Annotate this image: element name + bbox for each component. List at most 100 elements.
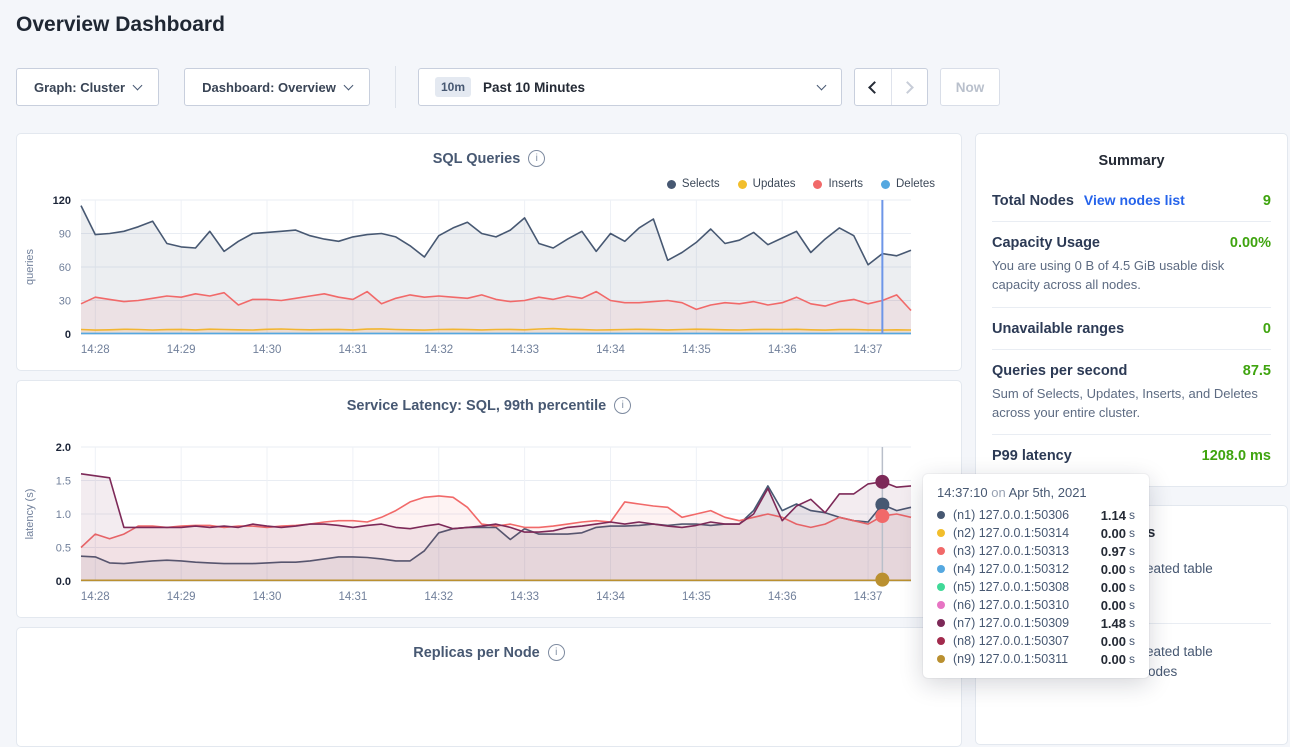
sql-queries-legend: Selects Updates Inserts Deletes (667, 178, 935, 190)
svg-text:0: 0 (65, 329, 71, 341)
tooltip-node-unit: s (1129, 616, 1135, 630)
summary-item-label: Unavailable ranges (992, 321, 1124, 337)
tooltip-node-row: (n6) 127.0.0.1:503100.00s (937, 596, 1135, 614)
sql-queries-chart-plot[interactable]: 030609012014:2814:2914:3014:3114:3214:33… (17, 194, 963, 364)
tooltip-node-row: (n5) 127.0.0.1:503080.00s (937, 578, 1135, 596)
svg-text:14:37: 14:37 (854, 344, 883, 356)
series-dot-icon (937, 619, 945, 627)
svg-text:14:32: 14:32 (424, 344, 453, 356)
now-button[interactable]: Now (940, 68, 1000, 106)
legend-item-selects[interactable]: Selects (667, 178, 720, 190)
svg-text:14:31: 14:31 (339, 591, 368, 603)
event-item: eated table (1146, 561, 1213, 576)
chart-hover-tooltip: 14:37:10 on Apr 5th, 2021 (n1) 127.0.0.1… (923, 474, 1149, 678)
legend-item-inserts[interactable]: Inserts (813, 178, 863, 190)
now-button-label: Now (956, 80, 985, 95)
time-next-button[interactable] (891, 69, 928, 105)
summary-item-value: 87.5 (1243, 363, 1271, 379)
svg-text:0.0: 0.0 (56, 576, 71, 588)
svg-text:latency (s): latency (s) (24, 489, 36, 540)
legend-item-updates[interactable]: Updates (738, 178, 796, 190)
svg-text:14:29: 14:29 (167, 344, 196, 356)
svg-text:60: 60 (59, 262, 71, 274)
series-dot-icon (937, 601, 945, 609)
legend-label: Deletes (896, 178, 935, 190)
legend-item-deletes[interactable]: Deletes (881, 178, 935, 190)
series-dot-icon (937, 547, 945, 555)
chart-title-service-latency: Service Latency: SQL, 99th percentile (347, 398, 607, 414)
time-range-dropdown[interactable]: 10m Past 10 Minutes (418, 68, 842, 106)
summary-item: Total NodesView nodes list9 (992, 179, 1271, 222)
tooltip-node-value: 0.97 (1101, 544, 1126, 559)
dashboard-dropdown[interactable]: Dashboard: Overview (184, 68, 370, 106)
tooltip-node-unit: s (1129, 652, 1135, 666)
svg-text:14:37: 14:37 (854, 591, 883, 603)
series-dot-icon (937, 655, 945, 663)
view-nodes-list-link[interactable]: View nodes list (1084, 192, 1185, 208)
chart-title-sql-queries: SQL Queries (433, 151, 521, 167)
info-icon[interactable] (614, 397, 631, 414)
svg-text:0.5: 0.5 (56, 543, 71, 555)
tooltip-node-value: 0.00 (1101, 652, 1126, 667)
tooltip-node-value: 0.00 (1101, 634, 1126, 649)
replicas-per-node-chart-card: Replicas per Node (16, 627, 962, 747)
time-range-label: Past 10 Minutes (483, 80, 806, 95)
chevron-left-icon (868, 81, 881, 94)
summary-title: Summary (976, 134, 1287, 169)
tooltip-node-label: (n6) 127.0.0.1:50310 (953, 598, 1101, 612)
chevron-down-icon (133, 80, 143, 90)
tooltip-node-label: (n3) 127.0.0.1:50313 (953, 544, 1101, 558)
summary-item-value: 0 (1263, 321, 1271, 337)
tooltip-node-value: 0.00 (1101, 562, 1126, 577)
svg-text:2.0: 2.0 (56, 442, 71, 454)
tooltip-node-unit: s (1129, 634, 1135, 648)
tooltip-node-value: 1.14 (1101, 508, 1126, 523)
summary-panel: Summary Total NodesView nodes list9Capac… (975, 133, 1288, 487)
tooltip-timestamp: 14:37:10 on Apr 5th, 2021 (937, 485, 1135, 500)
tooltip-node-label: (n9) 127.0.0.1:50311 (953, 652, 1101, 666)
legend-dot-icon (738, 180, 747, 189)
event-item: odes (1148, 664, 1177, 679)
service-latency-chart-plot[interactable]: 0.00.51.01.52.014:2814:2914:3014:3114:32… (17, 441, 963, 611)
tooltip-node-label: (n2) 127.0.0.1:50314 (953, 526, 1101, 540)
page-title: Overview Dashboard (16, 13, 225, 37)
summary-item-description: You are using 0 B of 4.5 GiB usable disk… (992, 257, 1271, 295)
time-prev-button[interactable] (855, 69, 891, 105)
tooltip-node-row: (n8) 127.0.0.1:503070.00s (937, 632, 1135, 650)
graph-dropdown[interactable]: Graph: Cluster (16, 68, 159, 106)
svg-text:14:31: 14:31 (339, 344, 368, 356)
tooltip-node-unit: s (1129, 544, 1135, 558)
summary-item-label: P99 latency (992, 448, 1072, 464)
svg-text:14:36: 14:36 (768, 344, 797, 356)
svg-text:14:34: 14:34 (596, 591, 625, 603)
svg-text:queries: queries (24, 248, 36, 285)
summary-item-value: 1208.0 ms (1202, 448, 1271, 464)
legend-label: Selects (682, 178, 720, 190)
summary-item-description: Sum of Selects, Updates, Inserts, and De… (992, 385, 1271, 423)
svg-text:90: 90 (59, 229, 71, 241)
tooltip-node-unit: s (1129, 598, 1135, 612)
tooltip-node-row: (n2) 127.0.0.1:503140.00s (937, 524, 1135, 542)
svg-text:14:33: 14:33 (510, 344, 539, 356)
tooltip-node-label: (n1) 127.0.0.1:50306 (953, 508, 1101, 522)
dashboard-dropdown-label: Dashboard: Overview (202, 80, 336, 95)
legend-dot-icon (881, 180, 890, 189)
tooltip-node-label: (n8) 127.0.0.1:50307 (953, 634, 1101, 648)
svg-text:1.0: 1.0 (56, 509, 71, 521)
tooltip-node-unit: s (1129, 508, 1135, 522)
series-dot-icon (937, 565, 945, 573)
legend-dot-icon (813, 180, 822, 189)
toolbar-divider (395, 66, 396, 108)
info-icon[interactable] (528, 150, 545, 167)
summary-item-value: 9 (1263, 193, 1271, 209)
svg-text:120: 120 (53, 195, 71, 207)
tooltip-node-row: (n1) 127.0.0.1:503061.14s (937, 506, 1135, 524)
tooltip-node-label: (n4) 127.0.0.1:50312 (953, 562, 1101, 576)
info-icon[interactable] (548, 644, 565, 661)
summary-item-label: Queries per second (992, 363, 1127, 379)
tooltip-node-row: (n9) 127.0.0.1:503110.00s (937, 650, 1135, 668)
svg-text:14:36: 14:36 (768, 591, 797, 603)
summary-item: P99 latency 1208.0 ms (992, 435, 1271, 476)
sql-queries-chart-card: SQL Queries Selects Updates Inserts Deletes… (16, 133, 962, 371)
svg-text:14:30: 14:30 (253, 591, 282, 603)
